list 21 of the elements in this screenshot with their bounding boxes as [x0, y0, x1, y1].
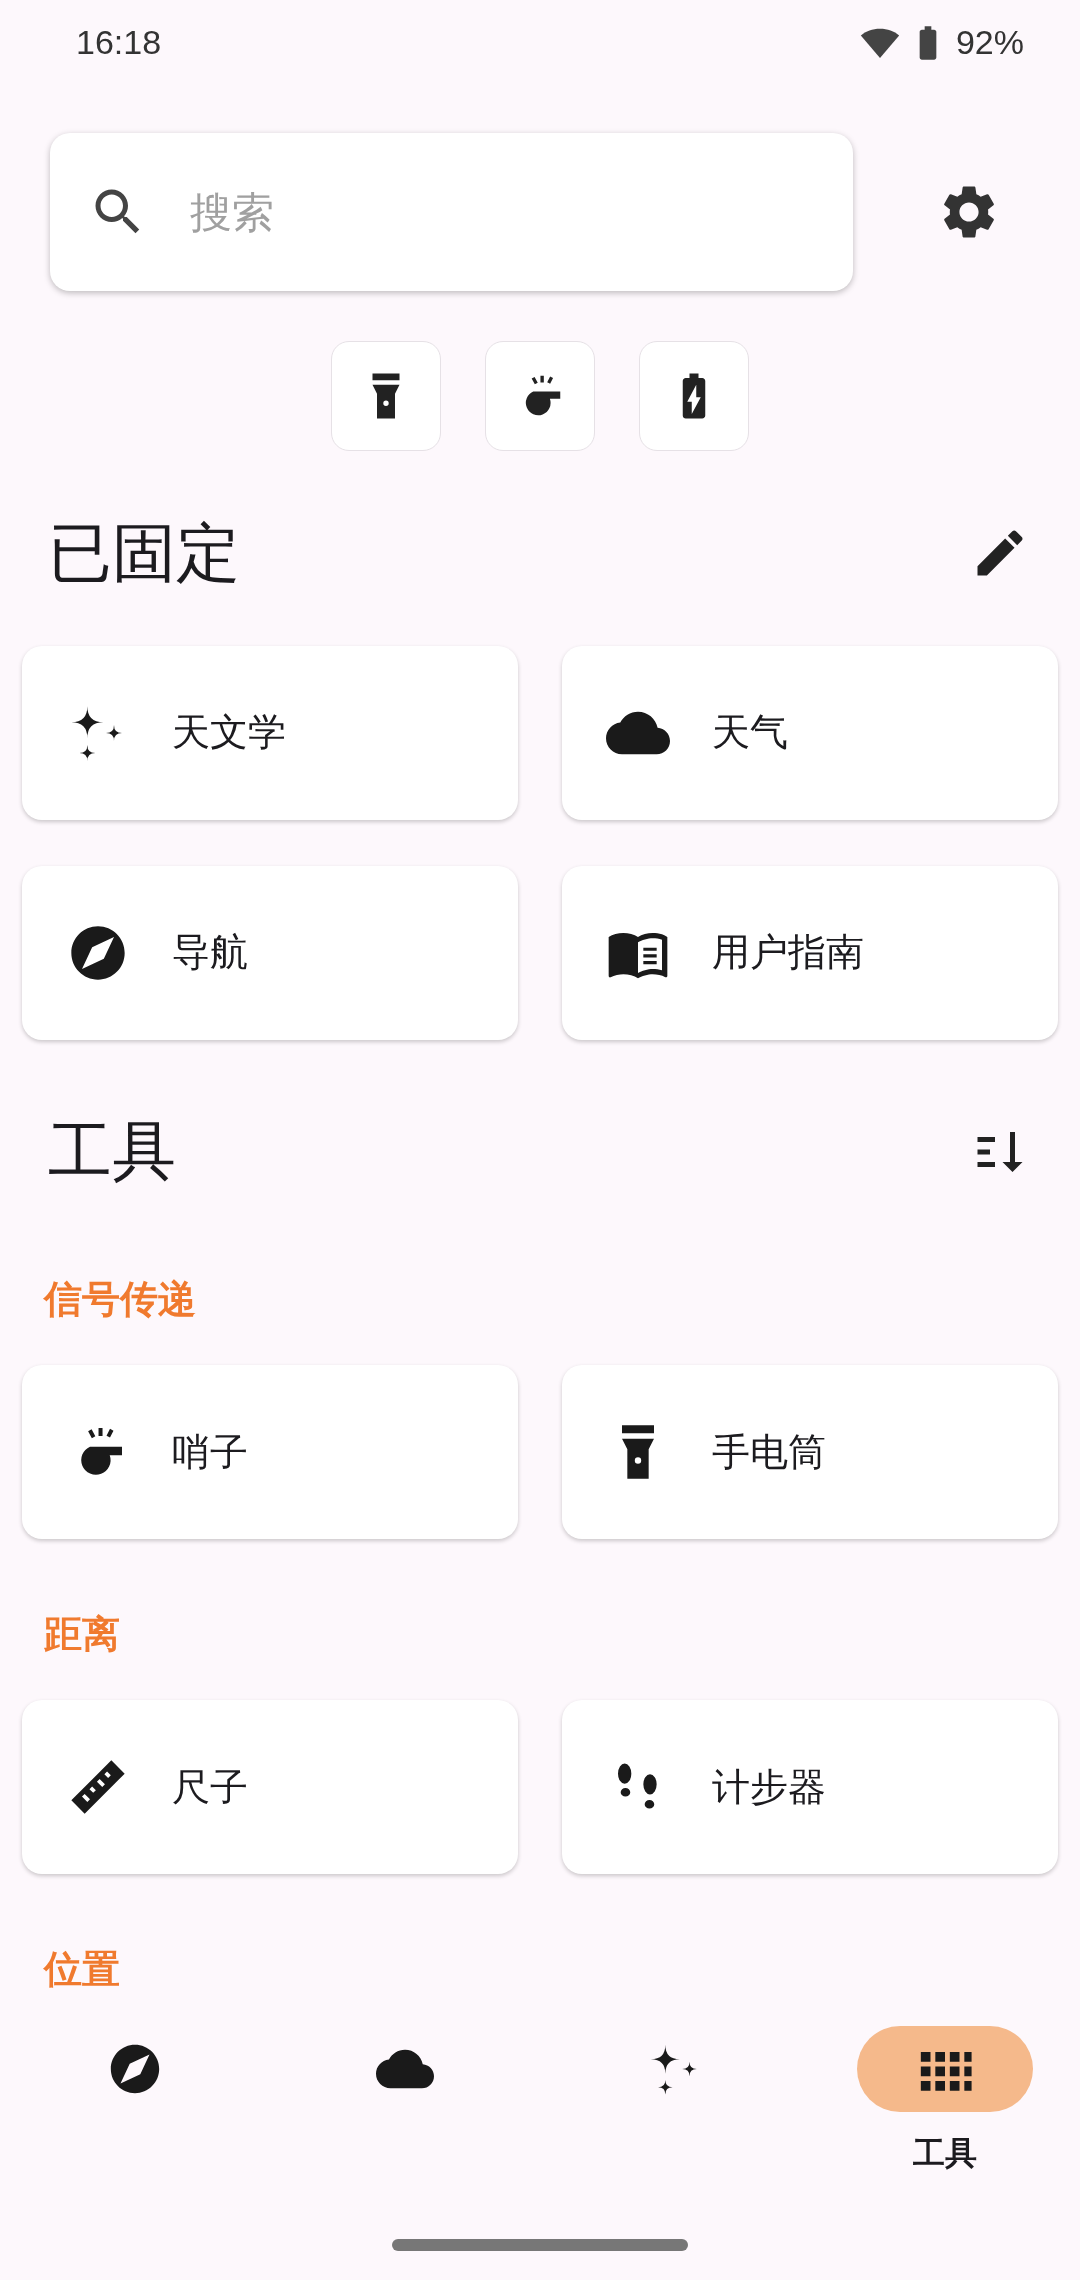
- whistle-button[interactable]: [485, 341, 595, 451]
- tool-card[interactable]: 哨子: [22, 1365, 518, 1539]
- section-title: 工具: [48, 1113, 176, 1191]
- tool-card[interactable]: 手电筒: [562, 1365, 1058, 1539]
- section-title: 已固定: [48, 514, 240, 592]
- tool-card[interactable]: 计步器: [562, 1700, 1058, 1874]
- search-bar[interactable]: 搜索: [50, 133, 853, 291]
- tool-card[interactable]: 天气: [562, 645, 1058, 820]
- search-field[interactable]: 搜索: [188, 186, 752, 238]
- battery-bolt-button[interactable]: [639, 341, 749, 451]
- nav-label[interactable]: 工具: [913, 2132, 977, 2176]
- group-title: 信号传递: [42, 1276, 197, 1323]
- group-title: 位置: [42, 1946, 121, 1993]
- tool-card[interactable]: 导航: [22, 865, 518, 1040]
- tool-card[interactable]: 尺子: [22, 1700, 518, 1874]
- flashlight-button[interactable]: [331, 341, 441, 451]
- tool-card[interactable]: 用户指南: [562, 865, 1058, 1040]
- group-title: 距离: [43, 1611, 121, 1658]
- status-time: 16:18: [76, 23, 162, 62]
- tool-card[interactable]: 天文学: [22, 645, 518, 820]
- battery-percent: 92%: [955, 23, 1024, 62]
